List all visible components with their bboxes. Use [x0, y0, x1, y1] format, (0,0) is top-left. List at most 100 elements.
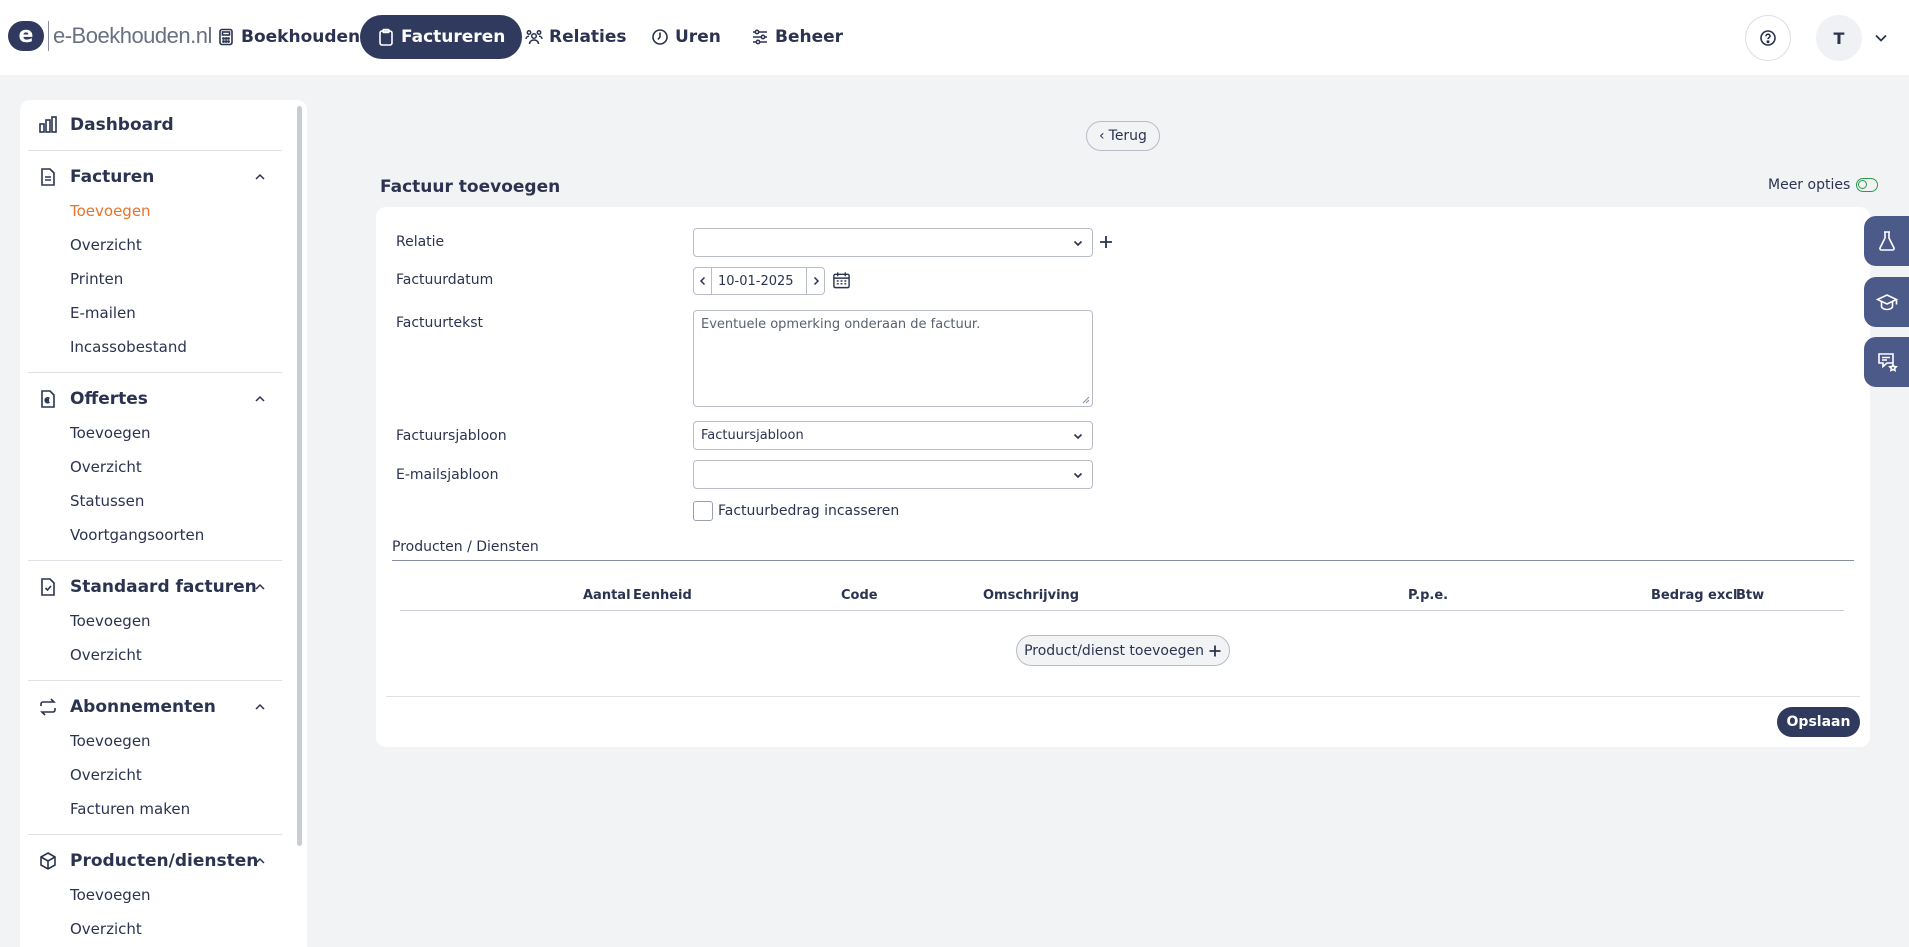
products-section-label: Producten / Diensten — [392, 539, 539, 555]
factuursjabloon-select[interactable]: Factuursjabloon — [693, 421, 1093, 450]
sidebar-item-offertes-overzicht[interactable]: Overzicht — [70, 458, 142, 476]
nav-relaties-label: Relaties — [549, 27, 627, 47]
sidebar-item-abonnementen-toevoegen[interactable]: Toevoegen — [70, 732, 151, 750]
top-navigation-bar: e e-Boekhouden.nl Boekhouden Factureren … — [0, 0, 1909, 75]
chevron-right-icon — [813, 276, 819, 286]
more-options-toggle[interactable]: Meer opties — [1768, 177, 1879, 193]
chevron-down-icon — [1073, 472, 1083, 479]
sidebar-group-abonnementen[interactable]: Abonnementen — [20, 693, 282, 721]
column-header-ppe: P.p.e. — [1408, 588, 1449, 603]
sidebar-item-dashboard[interactable]: Dashboard — [20, 111, 282, 139]
side-tab-labs[interactable] — [1864, 216, 1909, 266]
help-button[interactable] — [1745, 15, 1791, 61]
factuursjabloon-value: Factuursjabloon — [701, 428, 804, 443]
add-product-label: Product/dienst toevoegen — [1024, 642, 1204, 659]
nav-beheer-label: Beheer — [775, 27, 844, 47]
chevron-up-icon — [255, 173, 265, 180]
plus-icon — [1209, 645, 1221, 656]
sidebar-item-standaard-overzicht[interactable]: Overzicht — [70, 646, 142, 664]
chevron-down-icon[interactable] — [1872, 29, 1890, 47]
nav-uren[interactable]: Uren — [634, 15, 738, 59]
nav-relaties[interactable]: Relaties — [508, 15, 644, 59]
chevron-down-icon — [1073, 433, 1083, 440]
sidebar-group-producten-diensten[interactable]: Producten/diensten — [20, 847, 282, 875]
clipboard-icon — [379, 28, 393, 46]
sidebar-item-facturen-printen[interactable]: Printen — [70, 270, 123, 288]
column-header-btw: Btw — [1736, 588, 1765, 603]
graduation-cap-icon — [1875, 294, 1898, 311]
chevron-left-icon — [699, 276, 705, 286]
question-circle-icon — [1760, 30, 1776, 46]
sidebar-item-producten-overzicht[interactable]: Overzicht — [70, 920, 142, 938]
sidebar-group-title: Facturen — [70, 167, 155, 187]
sidebar-item-offertes-statussen[interactable]: Statussen — [70, 492, 144, 510]
chevron-up-icon — [255, 583, 265, 590]
save-button[interactable]: Opslaan — [1777, 707, 1860, 737]
divider — [28, 834, 282, 835]
nav-beheer[interactable]: Beheer — [734, 15, 860, 59]
sidebar: Dashboard Facturen Toevoegen Overzicht P… — [20, 100, 307, 947]
factuurdatum-field: 10-01-2025 — [693, 267, 825, 295]
sidebar-item-standaard-toevoegen[interactable]: Toevoegen — [70, 612, 151, 630]
form-card — [376, 207, 1870, 747]
sidebar-group-standaard-facturen[interactable]: Standaard facturen — [20, 573, 282, 601]
chevron-up-icon — [255, 395, 265, 402]
nav-boekhouden-label: Boekhouden — [241, 27, 361, 47]
resize-grip-icon[interactable] — [1082, 396, 1090, 404]
sidebar-group-offertes[interactable]: Offertes — [20, 385, 282, 413]
incasseren-label: Factuurbedrag incasseren — [718, 503, 900, 519]
page-title: Factuur toevoegen — [380, 177, 561, 197]
nav-boekhouden[interactable]: Boekhouden — [200, 15, 377, 59]
sidebar-group-title: Offertes — [70, 389, 148, 409]
emailsjabloon-select[interactable] — [693, 460, 1093, 489]
sidebar-item-offertes-toevoegen[interactable]: Toevoegen — [70, 424, 151, 442]
side-tab-academy[interactable] — [1864, 277, 1909, 327]
quote-icon — [41, 390, 55, 408]
column-header-omschrijving: Omschrijving — [983, 588, 1080, 603]
column-header-aantal: Aantal — [583, 588, 631, 603]
sidebar-scrollbar[interactable] — [297, 106, 302, 846]
toggle-switch[interactable] — [1856, 178, 1879, 192]
side-tab-feedback[interactable] — [1864, 337, 1909, 387]
back-button[interactable]: ‹ Terug — [1086, 121, 1160, 151]
logo-text: e-Boekhouden.nl — [48, 21, 212, 51]
nav-factureren-label: Factureren — [401, 27, 506, 47]
incasseren-checkbox[interactable] — [693, 501, 713, 521]
nav-uren-label: Uren — [675, 27, 721, 47]
sidebar-item-facturen-overzicht[interactable]: Overzicht — [70, 236, 142, 254]
sidebar-dashboard-label: Dashboard — [70, 115, 174, 135]
sidebar-item-facturen-incassobestand[interactable]: Incassobestand — [70, 338, 187, 356]
sidebar-item-abonnementen-overzicht[interactable]: Overzicht — [70, 766, 142, 784]
sliders-icon — [753, 29, 767, 45]
chevron-left-icon: ‹ — [1099, 128, 1105, 144]
divider — [28, 680, 282, 681]
flask-icon — [1878, 231, 1895, 251]
sidebar-item-abonnementen-facturen-maken[interactable]: Facturen maken — [70, 800, 190, 818]
add-product-button[interactable]: Product/dienst toevoegen — [1016, 635, 1230, 666]
chevron-up-icon — [255, 857, 265, 864]
app-logo[interactable]: e e-Boekhouden.nl — [8, 20, 212, 52]
logo-mark: e — [8, 21, 44, 51]
avatar[interactable]: T — [1816, 15, 1862, 61]
sidebar-item-producten-toevoegen[interactable]: Toevoegen — [70, 886, 151, 904]
sidebar-item-facturen-toevoegen[interactable]: Toevoegen — [70, 202, 151, 220]
nav-factureren[interactable]: Factureren — [360, 15, 523, 59]
divider — [28, 150, 282, 151]
divider — [392, 560, 1854, 561]
divider — [28, 560, 282, 561]
relatie-select[interactable] — [693, 228, 1093, 257]
factuurtekst-placeholder: Eventuele opmerking onderaan de factuur. — [701, 317, 981, 332]
sidebar-item-facturen-emailen[interactable]: E-mailen — [70, 304, 136, 322]
factuurtekst-textarea[interactable]: Eventuele opmerking onderaan de factuur. — [693, 310, 1093, 407]
sidebar-item-offertes-voortgangsoorten[interactable]: Voortgangsoorten — [70, 526, 204, 544]
add-relation-plus-icon[interactable] — [1098, 234, 1114, 250]
date-prev-button[interactable] — [694, 268, 711, 294]
calendar-icon[interactable] — [832, 271, 851, 290]
factuursjabloon-label: Factuursjabloon — [396, 428, 507, 444]
date-next-button[interactable] — [807, 268, 824, 294]
sidebar-group-facturen[interactable]: Facturen — [20, 163, 282, 191]
divider — [28, 372, 282, 373]
chevron-down-icon — [1073, 240, 1083, 247]
factuurdatum-input[interactable]: 10-01-2025 — [711, 268, 807, 294]
divider — [386, 696, 1860, 697]
